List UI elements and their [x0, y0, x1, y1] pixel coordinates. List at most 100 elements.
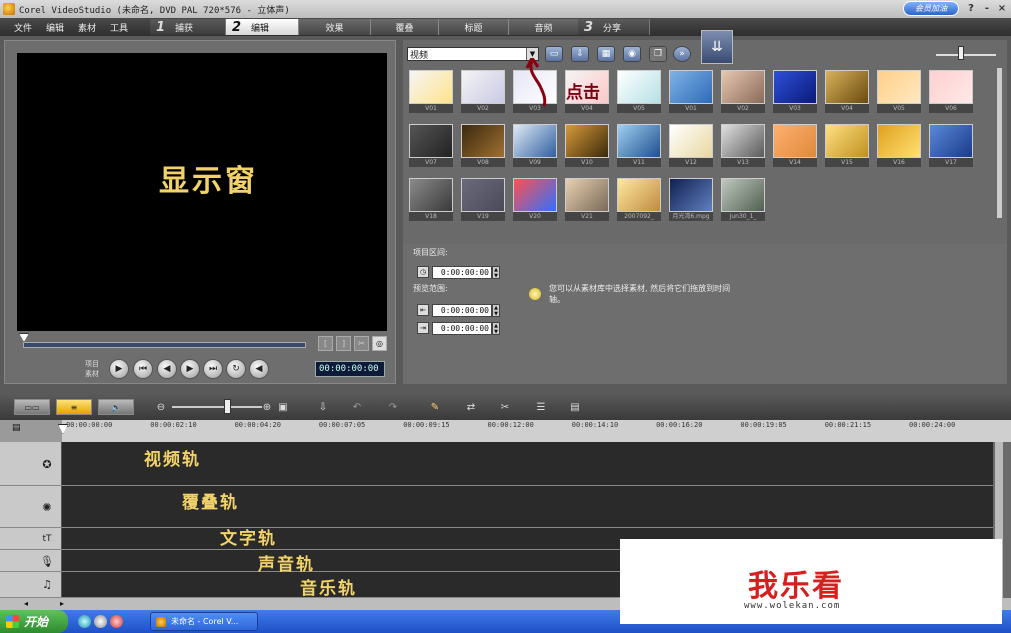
multi-trim-icon[interactable]: ✂	[496, 399, 514, 415]
thumbnail-zoom-slider[interactable]	[936, 54, 996, 56]
prev-frame-icon[interactable]: ◀	[157, 359, 177, 379]
menu-clip[interactable]: 素材	[78, 21, 96, 34]
duration-value[interactable]: 0:00:00:00	[432, 265, 492, 279]
cut-clip-icon[interactable]: ✂	[354, 336, 369, 351]
library-thumbnail[interactable]: 2007092_	[617, 178, 663, 224]
tab-overlay[interactable]: 覆叠	[370, 19, 438, 35]
duration-field[interactable]: ◷ 0:00:00:00 ▲ ▼	[417, 265, 505, 279]
library-thumbnail[interactable]: V06	[929, 70, 975, 116]
track-area[interactable]	[62, 442, 993, 485]
menu-file[interactable]: 文件	[14, 21, 32, 34]
zoom-out-icon[interactable]: ⊖	[152, 399, 170, 415]
range-end-value[interactable]: 0:00:00:00	[432, 321, 492, 335]
expand-options-icon[interactable]: »	[673, 46, 691, 62]
library-thumbnail[interactable]: V12	[669, 124, 715, 170]
timeline-zoom-slider[interactable]	[172, 406, 262, 408]
range-start-value[interactable]: 0:00:00:00	[432, 303, 492, 317]
library-thumbnail[interactable]: V17	[929, 124, 975, 170]
mode-project[interactable]: 项目	[85, 359, 99, 369]
timeline-view-icon[interactable]: ≡	[56, 399, 92, 415]
go-end-icon[interactable]: ⏭	[203, 359, 223, 379]
batch-convert-icon[interactable]: ⇄	[462, 399, 480, 415]
library-thumbnail[interactable]: V19	[461, 178, 507, 224]
member-badge[interactable]: 会员加油	[903, 1, 959, 16]
track-manager-toggle-icon[interactable]: ▤	[12, 423, 21, 433]
audio-view-icon[interactable]: 🔈	[98, 399, 134, 415]
library-thumbnail[interactable]: V01	[409, 70, 455, 116]
enlarge-icon[interactable]: ◎	[372, 336, 387, 351]
thumbnail-zoom-handle[interactable]	[958, 46, 964, 60]
start-button[interactable]: 开始	[0, 610, 68, 633]
chapter-marker-icon[interactable]: ▤	[566, 399, 584, 415]
scrub-bar[interactable]	[23, 342, 306, 348]
library-thumbnail[interactable]: V15	[825, 124, 871, 170]
help-button[interactable]: ?	[964, 2, 978, 15]
volume-icon[interactable]: ◀	[249, 359, 269, 379]
library-thumbnail[interactable]: V13	[721, 124, 767, 170]
import-icon[interactable]: ⇩	[571, 46, 589, 62]
library-thumbnail[interactable]: 月光湾6.mpg	[669, 178, 715, 224]
smart-proxy-icon[interactable]: ✎	[426, 399, 444, 415]
step-capture[interactable]: 1 捕获	[150, 19, 226, 35]
track-manager-icon[interactable]: ☰	[532, 399, 550, 415]
library-thumbnail[interactable]: V01	[669, 70, 715, 116]
library-thumbnail[interactable]: V07	[409, 124, 455, 170]
tab-effects[interactable]: 效果	[298, 19, 370, 35]
tab-audio[interactable]: 音频	[508, 19, 578, 35]
go-start-icon[interactable]: ⏮	[133, 359, 153, 379]
player-icon[interactable]	[110, 615, 123, 628]
library-thumbnail[interactable]: V02	[461, 70, 507, 116]
minimize-button[interactable]: -	[980, 2, 994, 15]
sort-icon[interactable]: ▦	[597, 46, 615, 62]
media-icon[interactable]	[94, 615, 107, 628]
play-icon[interactable]: ▶	[109, 359, 129, 379]
scroll-left-icon[interactable]: ◂	[24, 599, 28, 608]
spinner-arrows-icon[interactable]: ▲ ▼	[492, 303, 500, 317]
mode-clip[interactable]: 素材	[85, 369, 99, 379]
tab-title[interactable]: 标题	[438, 19, 508, 35]
library-thumbnail[interactable]: V10	[565, 124, 611, 170]
menu-edit[interactable]: 编辑	[46, 21, 64, 34]
library-thumbnail[interactable]: V03	[773, 70, 819, 116]
overlay-track[interactable]: ✺	[0, 486, 993, 528]
step-share[interactable]: 3 分享	[578, 19, 650, 35]
copy-icon[interactable]: ❐	[649, 46, 667, 62]
step-edit[interactable]: 2 编辑	[226, 19, 298, 35]
library-category-select[interactable]: 视频 ▼	[407, 47, 539, 61]
spinner-arrows-icon[interactable]: ▲ ▼	[492, 265, 500, 279]
library-thumbnail[interactable]: V11	[617, 124, 663, 170]
repeat-icon[interactable]: ↻	[226, 359, 246, 379]
mark-in-icon[interactable]: [	[318, 336, 333, 351]
library-scrollbar[interactable]	[997, 68, 1002, 218]
library-thumbnail[interactable]: V05	[617, 70, 663, 116]
library-thumbnail[interactable]: V05	[877, 70, 923, 116]
taskbar-app-button[interactable]: 未命名 - Corel V...	[150, 612, 258, 631]
ie-icon[interactable]	[78, 615, 91, 628]
timeline-ruler[interactable]: ▤ 00:00:00:00 00:00:02:10 00:00:04:20 00:00…	[0, 420, 1011, 442]
close-button[interactable]: ×	[995, 2, 1009, 15]
insert-media-icon[interactable]: ⇩	[314, 399, 332, 415]
library-thumbnail[interactable]: V14	[773, 124, 819, 170]
library-thumbnail[interactable]: V21	[565, 178, 611, 224]
library-thumbnail[interactable]: V02	[721, 70, 767, 116]
library-thumbnail[interactable]: V08	[461, 124, 507, 170]
library-thumbnail[interactable]: V09	[513, 124, 559, 170]
mark-out-icon[interactable]: ]	[336, 336, 351, 351]
library-thumbnail[interactable]: V16	[877, 124, 923, 170]
scroll-right-icon[interactable]: ▸	[60, 599, 64, 608]
range-start-field[interactable]: ⇤ 0:00:00:00 ▲ ▼	[417, 303, 505, 317]
library-thumbnail[interactable]: Jun30_1_	[721, 178, 767, 224]
redo-icon[interactable]: ↷	[384, 399, 402, 415]
timeline-zoom-handle[interactable]	[224, 399, 231, 414]
timecode-field[interactable]: 00:00:00:00	[315, 361, 385, 377]
undo-icon[interactable]: ↶	[348, 399, 366, 415]
fit-project-icon[interactable]: ▣	[274, 399, 292, 415]
library-thumbnail[interactable]: V04	[825, 70, 871, 116]
library-thumbnail[interactable]: V18	[409, 178, 455, 224]
scrub-handle[interactable]	[19, 333, 29, 342]
library-manager-icon[interactable]: ◉	[623, 46, 641, 62]
next-frame-icon[interactable]: ▶	[180, 359, 200, 379]
library-thumbnail[interactable]: V20	[513, 178, 559, 224]
collapse-panel-icon[interactable]: ⇊	[701, 30, 733, 64]
range-end-field[interactable]: ⇥ 0:00:00:00 ▲ ▼	[417, 321, 505, 335]
